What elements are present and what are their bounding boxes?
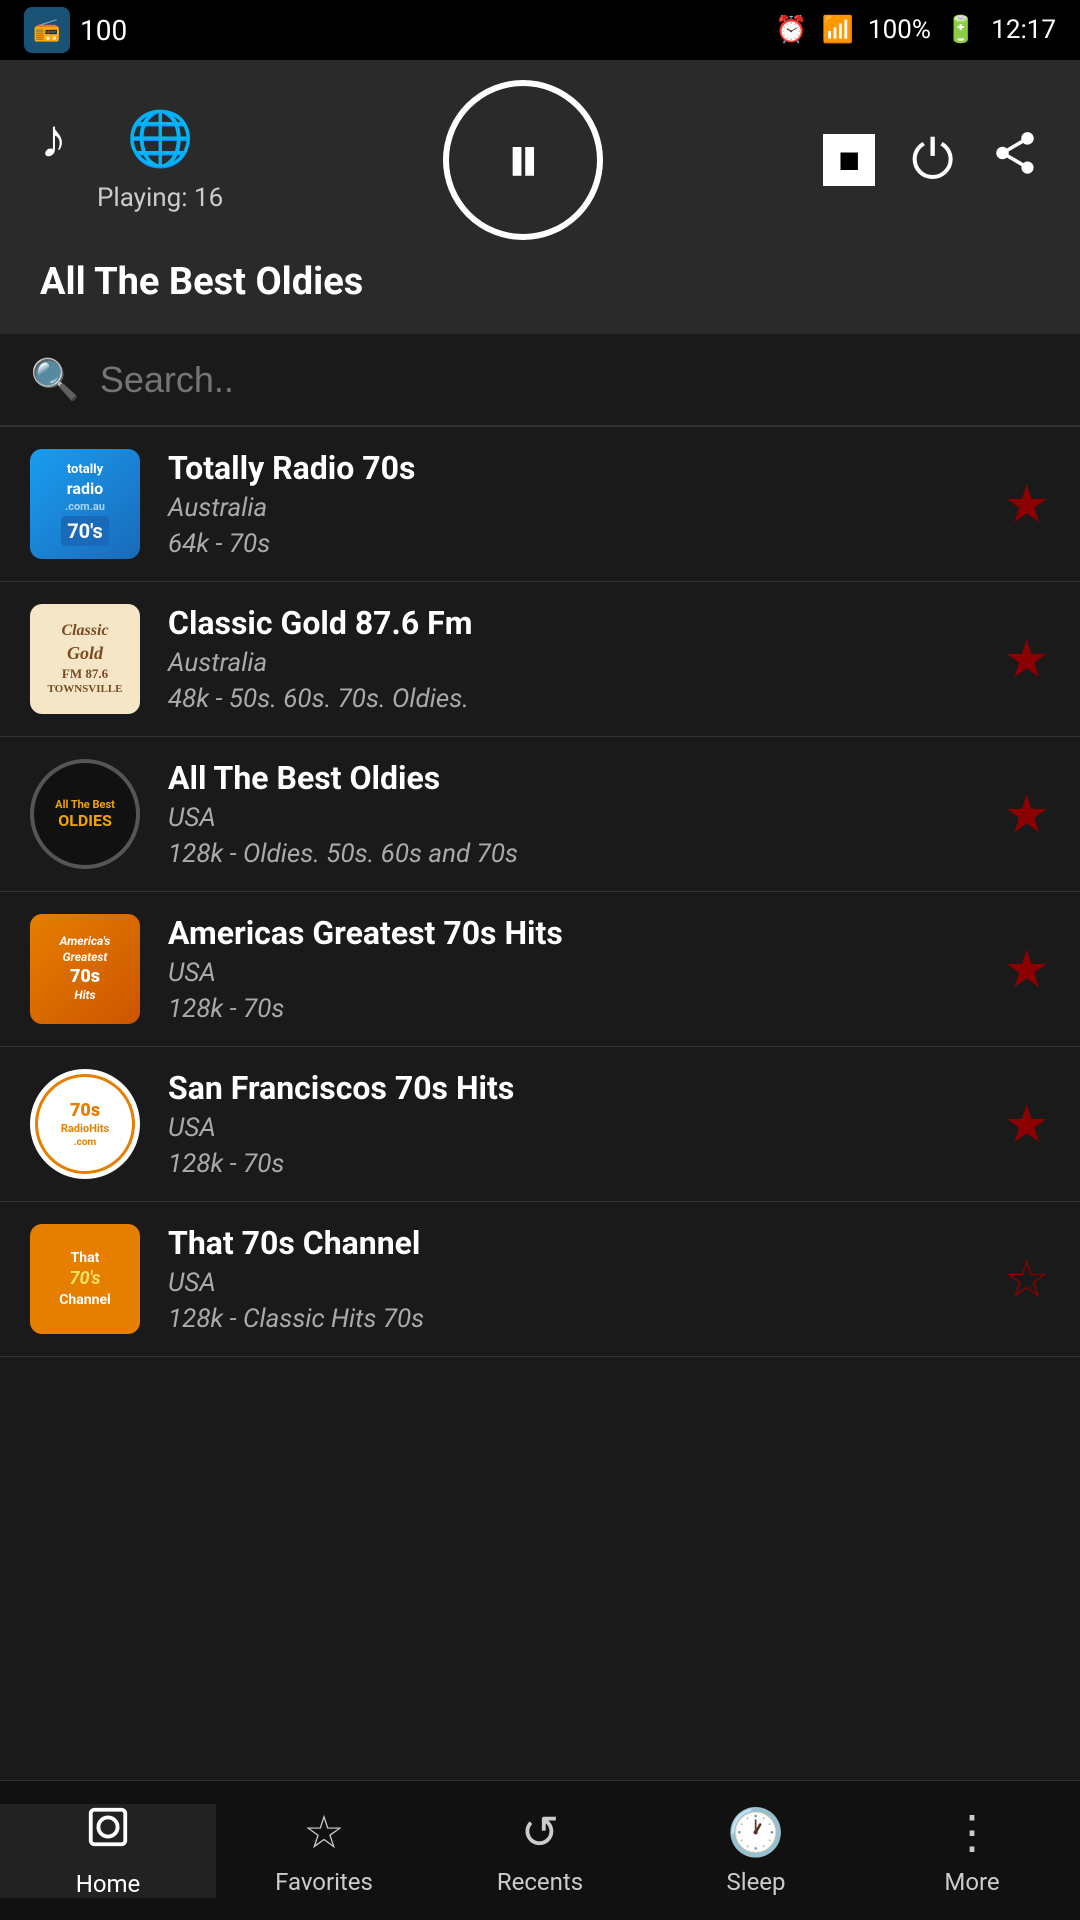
station-meta: 48k - 50s. 60s. 70s. Oldies. (168, 684, 983, 714)
list-item[interactable]: All The Best OLDIES All The Best Oldies … (0, 737, 1080, 892)
station-logo: totally radio .com.au 70's (30, 449, 140, 559)
station-info: Totally Radio 70s Australia 64k - 70s (168, 449, 983, 559)
station-meta: 128k - 70s (168, 994, 983, 1024)
stop-icon: ■ (838, 139, 860, 181)
main-content: ♪ 🌐 Playing: 16 ⏸ ■ ⏻ (0, 60, 1080, 1780)
list-item[interactable]: That 70's Channel That 70s Channel USA 1… (0, 1202, 1080, 1357)
station-list: totally radio .com.au 70's Totally Radio… (0, 427, 1080, 1780)
wifi-icon: 📶 (822, 15, 854, 45)
nav-home-label: Home (76, 1870, 141, 1898)
favorite-star[interactable]: ★ (1003, 474, 1050, 535)
station-country: USA (168, 958, 983, 988)
battery-icon: 🔋 (945, 15, 977, 45)
station-country: USA (168, 1268, 983, 1298)
music-note-icon: ♪ (40, 108, 67, 171)
station-info: Americas Greatest 70s Hits USA 128k - 70… (168, 914, 983, 1024)
station-logo: 70s RadioHits .com (30, 1069, 140, 1179)
bottom-navigation: Home ☆ Favorites ↺ Recents 🕐 Sleep ⋮ Mor… (0, 1780, 1080, 1920)
share-icon[interactable] (990, 128, 1040, 192)
nav-recents-label: Recents (497, 1868, 583, 1896)
station-info: Classic Gold 87.6 Fm Australia 48k - 50s… (168, 604, 983, 714)
status-number: 100 (80, 14, 127, 47)
station-country: Australia (168, 493, 983, 523)
station-info: That 70s Channel USA 128k - Classic Hits… (168, 1224, 983, 1334)
battery-label: 100% (868, 15, 931, 45)
station-name: San Franciscos 70s Hits (168, 1069, 983, 1107)
playing-label: Playing: 16 (97, 183, 223, 213)
station-name: That 70s Channel (168, 1224, 983, 1262)
station-meta: 128k - Classic Hits 70s (168, 1304, 983, 1334)
recents-icon: ↺ (521, 1805, 560, 1860)
station-meta: 64k - 70s (168, 529, 983, 559)
nav-more-label: More (944, 1868, 999, 1896)
globe-icon[interactable]: 🌐 (126, 108, 193, 171)
pause-icon: ⏸ (506, 119, 541, 201)
status-right: ⏰ 📶 100% 🔋 12:17 (775, 15, 1056, 45)
station-logo: All The Best OLDIES (30, 759, 140, 869)
alarm-icon: ⏰ (775, 15, 807, 45)
nav-sleep-label: Sleep (726, 1868, 785, 1896)
status-left: 📻 100 (24, 7, 127, 53)
station-country: Australia (168, 648, 983, 678)
nav-sleep[interactable]: 🕐 Sleep (648, 1806, 864, 1896)
favorite-star[interactable]: ☆ (1003, 1249, 1050, 1310)
power-icon[interactable]: ⏻ (911, 129, 954, 192)
home-icon (85, 1804, 131, 1862)
more-icon: ⋮ (949, 1805, 995, 1860)
station-info: All The Best Oldies USA 128k - Oldies. 5… (168, 759, 983, 869)
player-left-group: ♪ 🌐 Playing: 16 (40, 108, 223, 213)
favorite-star[interactable]: ★ (1003, 939, 1050, 1000)
search-bar[interactable]: 🔍 (0, 334, 1080, 427)
globe-group[interactable]: 🌐 Playing: 16 (97, 108, 223, 213)
app-icon: 📻 (24, 7, 70, 53)
time-label: 12:17 (991, 15, 1056, 45)
stop-button[interactable]: ■ (823, 134, 875, 186)
player-right-group: ■ ⏻ (823, 128, 1040, 192)
nav-home[interactable]: Home (0, 1804, 216, 1898)
station-name: All The Best Oldies (168, 759, 983, 797)
station-name: Classic Gold 87.6 Fm (168, 604, 983, 642)
nav-more[interactable]: ⋮ More (864, 1805, 1080, 1896)
station-name: Totally Radio 70s (168, 449, 983, 487)
favorites-icon: ☆ (303, 1805, 344, 1860)
search-input[interactable] (100, 359, 1050, 401)
station-logo: America's Greatest 70s Hits (30, 914, 140, 1024)
pause-button[interactable]: ⏸ (443, 80, 603, 240)
current-station-title: All The Best Oldies (40, 260, 1040, 304)
list-item[interactable]: Classic Gold FM 87.6 TOWNSVILLE Classic … (0, 582, 1080, 737)
station-logo: Classic Gold FM 87.6 TOWNSVILLE (30, 604, 140, 714)
station-info: San Franciscos 70s Hits USA 128k - 70s (168, 1069, 983, 1179)
station-meta: 128k - Oldies. 50s. 60s and 70s (168, 839, 983, 869)
player-header: ♪ 🌐 Playing: 16 ⏸ ■ ⏻ (0, 60, 1080, 334)
station-meta: 128k - 70s (168, 1149, 983, 1179)
favorite-star[interactable]: ★ (1003, 784, 1050, 845)
station-name: Americas Greatest 70s Hits (168, 914, 983, 952)
station-country: USA (168, 803, 983, 833)
player-controls-row: ♪ 🌐 Playing: 16 ⏸ ■ ⏻ (40, 80, 1040, 240)
favorite-star[interactable]: ★ (1003, 629, 1050, 690)
nav-recents[interactable]: ↺ Recents (432, 1805, 648, 1896)
status-bar: 📻 100 ⏰ 📶 100% 🔋 12:17 (0, 0, 1080, 60)
list-item[interactable]: America's Greatest 70s Hits Americas Gre… (0, 892, 1080, 1047)
list-item[interactable]: totally radio .com.au 70's Totally Radio… (0, 427, 1080, 582)
nav-favorites-label: Favorites (275, 1868, 373, 1896)
search-icon: 🔍 (30, 356, 80, 403)
list-item[interactable]: 70s RadioHits .com San Franciscos 70s Hi… (0, 1047, 1080, 1202)
music-info: ♪ (40, 108, 67, 171)
sleep-icon: 🕐 (727, 1806, 784, 1860)
station-country: USA (168, 1113, 983, 1143)
nav-favorites[interactable]: ☆ Favorites (216, 1805, 432, 1896)
station-logo: That 70's Channel (30, 1224, 140, 1334)
favorite-star[interactable]: ★ (1003, 1094, 1050, 1155)
